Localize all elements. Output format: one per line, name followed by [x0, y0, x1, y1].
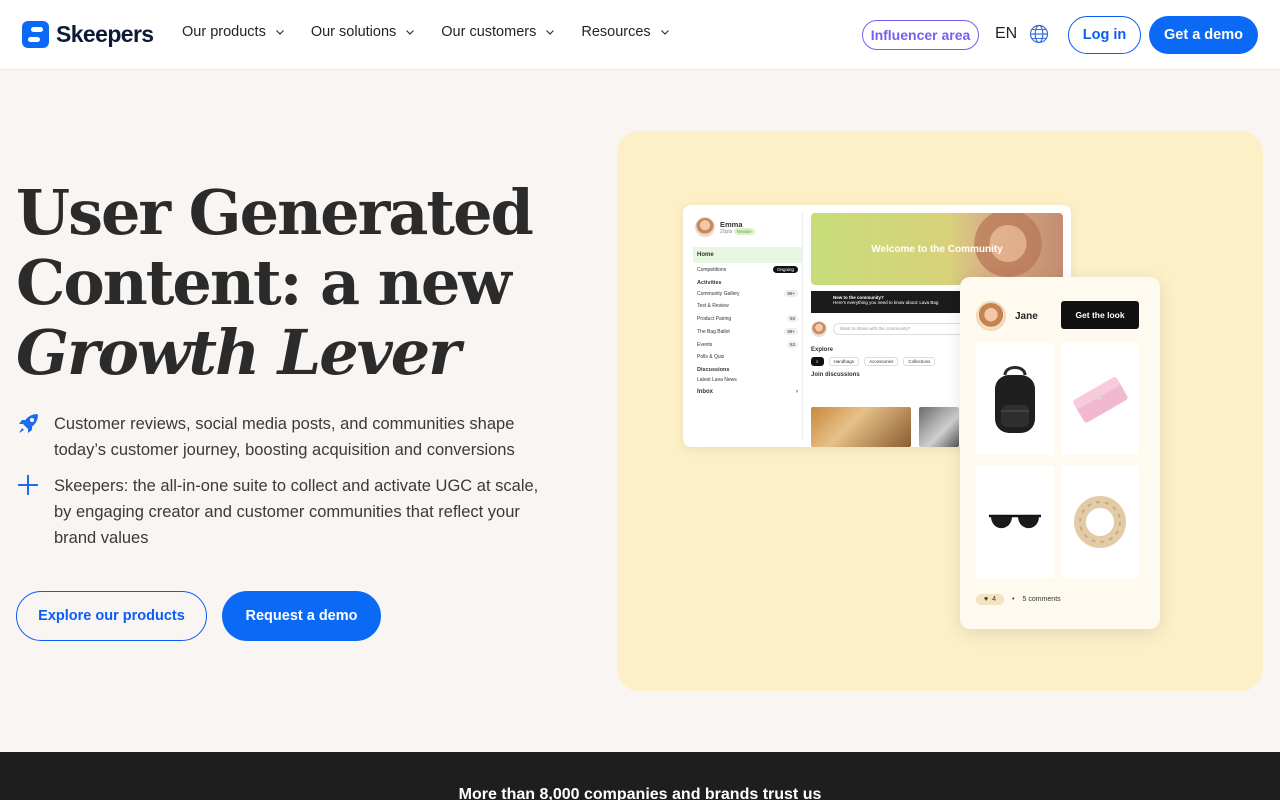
user-points: 20pts: [720, 228, 733, 235]
heart-icon: ♥: [984, 596, 989, 603]
chip: Accessories: [864, 357, 899, 366]
skeepers-logo-icon: [22, 21, 49, 48]
separator-dot: •: [1012, 596, 1015, 603]
avatar: [811, 321, 827, 337]
product-tile: [1061, 466, 1139, 578]
sidebar-item: Events 53: [693, 338, 802, 351]
get-the-look-button: Get the look: [1061, 301, 1139, 329]
menu-label: Our products: [182, 24, 266, 40]
count-badge: 53: [786, 341, 798, 348]
skeepers-logo[interactable]: Skeepers: [22, 21, 154, 48]
product-card-header: Jane: [976, 301, 1038, 331]
top-navigation: Skeepers Our products Our solutions Our …: [0, 0, 1280, 70]
chevron-down-icon: [275, 30, 284, 35]
avatar: [976, 301, 1006, 331]
menu-label: Our customers: [441, 24, 537, 40]
wallet-icon: [1073, 377, 1128, 423]
section-title: Discussions: [697, 367, 730, 373]
get-a-demo-button[interactable]: Get a demo: [1149, 16, 1258, 54]
discussion-thumbnails: [811, 407, 959, 447]
menu-label: Resources: [581, 24, 651, 40]
count-badge: 99+: [784, 290, 798, 297]
chevron-down-icon: [406, 30, 415, 35]
sidebar-item: Product Pairing 93: [693, 312, 802, 325]
sidebar-item-label: Polls & Quiz: [697, 354, 725, 360]
section-title: Activities: [697, 280, 722, 286]
globe-icon: [1030, 24, 1049, 44]
hero-title: User Generated Content: a new Growth Lev…: [16, 178, 576, 388]
count-badge: 99+: [784, 328, 798, 335]
explore-products-button[interactable]: Explore our products: [16, 591, 207, 641]
rocket-icon: [19, 414, 38, 433]
hero-title-line-1: User Generated: [16, 176, 534, 249]
community-sidebar: Emma 20pts Newbie Home Competitions Ongo…: [693, 213, 803, 441]
chevron-right-icon: ›: [796, 389, 798, 395]
language-code: EN: [995, 25, 1018, 42]
sidebar-item-label: Product Pairing: [697, 315, 732, 322]
product-tile: [1061, 343, 1139, 455]
sidebar-item-home: Home: [693, 247, 802, 263]
feature-item: Skeepers: the all-in-one suite to collec…: [16, 473, 556, 551]
avatar: [695, 217, 715, 237]
sidebar-item-inbox: Inbox ›: [693, 386, 802, 398]
request-demo-button[interactable]: Request a demo: [222, 591, 381, 641]
sidebar-item: Latest Lava News: [693, 374, 802, 386]
comments-count: 5 comments: [1022, 596, 1061, 603]
user-name: Jane: [1015, 310, 1038, 322]
brand-name: Skeepers: [56, 21, 154, 47]
main-menu: Our products Our solutions Our customers…: [182, 24, 670, 40]
user-badge: Newbie: [733, 227, 755, 235]
product-card: Jane Get the look ♥ 4 • 5 comments: [960, 277, 1160, 629]
likes-count: 4: [992, 596, 997, 603]
banner-title: Welcome to the Community: [871, 243, 1003, 255]
language-selector[interactable]: EN: [995, 24, 1049, 44]
product-tile: [976, 343, 1054, 455]
menu-label: Our solutions: [310, 24, 397, 40]
sidebar-user: Emma 20pts Newbie: [693, 213, 802, 241]
chip: Collections: [903, 357, 936, 366]
menu-our-solutions[interactable]: Our solutions: [311, 24, 415, 40]
chevron-down-icon: [546, 30, 555, 35]
feature-text: Skeepers: the all-in-one suite to collec…: [54, 477, 539, 547]
plus-icon: [18, 475, 38, 495]
sidebar-item: The Bag Ballot 99+: [693, 325, 802, 338]
trust-heading: More than 8,000 companies and brands tru…: [458, 786, 822, 800]
feature-item: Customer reviews, social media posts, an…: [16, 411, 556, 463]
sidebar-item: Polls & Quiz: [693, 351, 802, 363]
thumbnail: [919, 407, 959, 447]
hero-title-line-2: Content: a new: [16, 246, 512, 319]
sidebar-item-label: The Bag Ballot: [697, 328, 730, 335]
menu-our-products[interactable]: Our products: [182, 24, 285, 40]
menu-our-customers[interactable]: Our customers: [441, 24, 555, 40]
sidebar-item-competitions: Competitions Ongoing: [693, 263, 802, 276]
sidebar-item-label: Latest Lava News: [697, 377, 737, 383]
welcome-banner: Welcome to the Community: [811, 213, 1063, 285]
product-tile: [976, 466, 1054, 578]
sidebar-item: Test & Review: [693, 300, 802, 312]
log-in-button[interactable]: Log in: [1068, 16, 1141, 54]
backpack-icon: [995, 366, 1035, 433]
chevron-down-icon: [660, 30, 669, 35]
likes-badge: ♥ 4: [976, 594, 1005, 605]
sidebar-item-label: Competitions: [697, 266, 727, 273]
sidebar-item-label: Test & Review: [697, 303, 729, 309]
sidebar-item: Community Gallery 99+: [693, 287, 802, 300]
status-badge: Ongoing: [772, 266, 798, 273]
menu-resources[interactable]: Resources: [581, 24, 669, 40]
thumbnail: [811, 407, 911, 447]
engagement-row: ♥ 4 • 5 comments: [976, 594, 1061, 605]
sidebar-item-label: Inbox: [697, 389, 713, 395]
scrunchie-icon: [1074, 496, 1126, 548]
search-icon: ⌕: [811, 357, 824, 366]
chip: Handbags: [828, 357, 860, 366]
count-badge: 93: [786, 315, 798, 322]
hero-title-line-3: Growth Lever: [16, 316, 461, 389]
influencer-area-button[interactable]: Influencer area: [862, 20, 979, 50]
sidebar-item-label: Community Gallery: [697, 290, 740, 297]
hero-illustration: Emma 20pts Newbie Home Competitions Ongo…: [617, 131, 1263, 691]
sidebar-item-label: Events: [697, 341, 713, 348]
sunglasses-icon: [989, 514, 1041, 529]
feature-text: Customer reviews, social media posts, an…: [54, 415, 515, 459]
